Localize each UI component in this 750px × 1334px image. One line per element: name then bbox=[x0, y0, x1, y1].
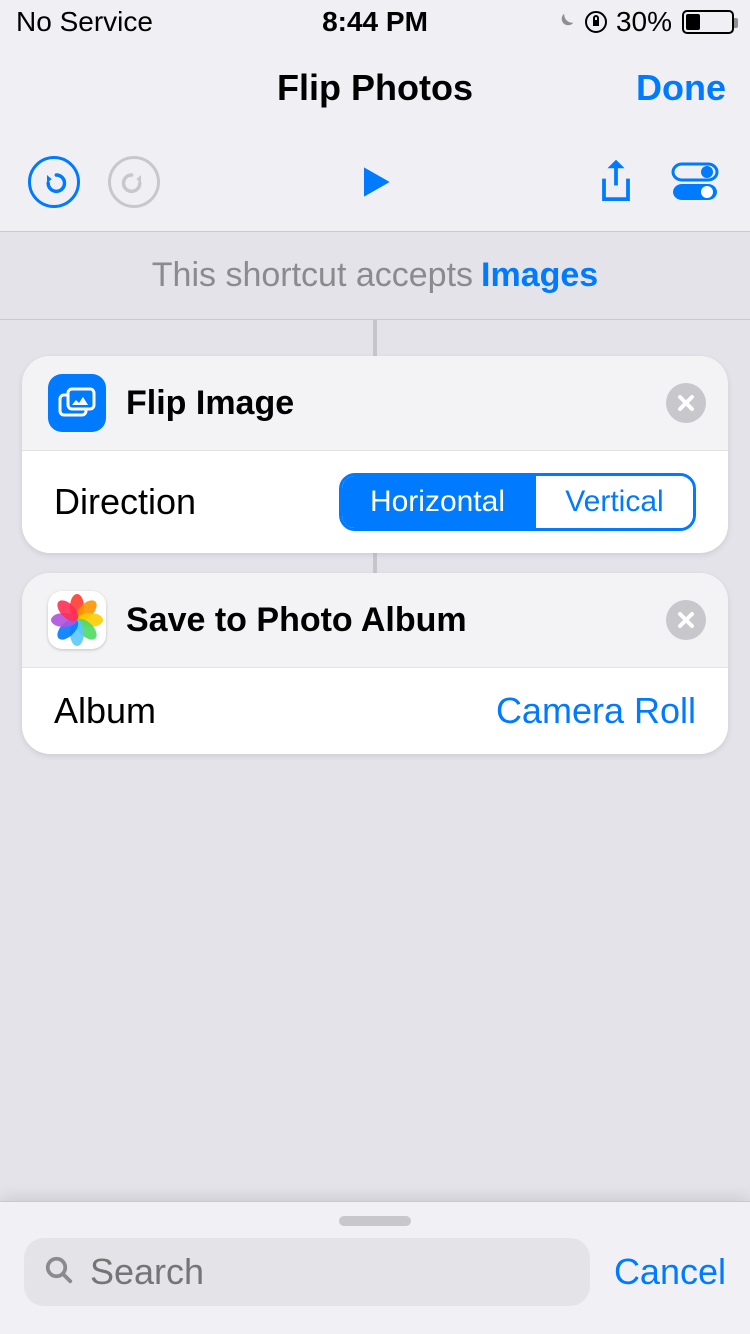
share-button[interactable] bbox=[590, 158, 642, 206]
play-button[interactable] bbox=[353, 160, 397, 204]
remove-action-button[interactable] bbox=[666, 383, 706, 423]
seg-horizontal[interactable]: Horizontal bbox=[342, 476, 533, 528]
search-input[interactable] bbox=[88, 1250, 570, 1294]
page-title: Flip Photos bbox=[277, 67, 473, 109]
photos-app-icon bbox=[48, 591, 106, 649]
done-button[interactable]: Done bbox=[636, 67, 726, 109]
action-card-flip-image: Flip Image Direction Horizontal Vertical bbox=[22, 356, 728, 553]
seg-vertical[interactable]: Vertical bbox=[533, 476, 693, 528]
status-bar: No Service 8:44 PM 30% bbox=[0, 0, 750, 44]
workflow-canvas: Flip Image Direction Horizontal Vertical bbox=[0, 320, 750, 754]
remove-action-button[interactable] bbox=[666, 600, 706, 640]
direction-label: Direction bbox=[54, 481, 196, 523]
moon-icon bbox=[554, 11, 576, 33]
toolbar bbox=[0, 132, 750, 232]
battery-pct: 30% bbox=[616, 6, 672, 38]
search-field[interactable] bbox=[24, 1238, 590, 1306]
battery-icon bbox=[682, 10, 734, 34]
nav-bar: Flip Photos Done bbox=[0, 44, 750, 132]
service-label: No Service bbox=[16, 6, 153, 38]
action-search-panel[interactable]: Cancel bbox=[0, 1201, 750, 1334]
card-header: Save to Photo Album bbox=[22, 573, 728, 667]
drag-handle[interactable] bbox=[339, 1216, 411, 1226]
settings-toggle-button[interactable] bbox=[670, 160, 722, 204]
card-header: Flip Image bbox=[22, 356, 728, 450]
clock: 8:44 PM bbox=[322, 6, 428, 37]
card-row-direction: Direction Horizontal Vertical bbox=[22, 450, 728, 553]
orientation-lock-icon bbox=[584, 10, 608, 34]
connector-line bbox=[373, 320, 377, 356]
card-title: Save to Photo Album bbox=[126, 601, 467, 640]
accepts-type[interactable]: Images bbox=[481, 256, 598, 295]
direction-segmented-control[interactable]: Horizontal Vertical bbox=[339, 473, 696, 531]
card-row-album[interactable]: Album Camera Roll bbox=[22, 667, 728, 754]
card-title: Flip Image bbox=[126, 384, 294, 423]
accepts-prefix: This shortcut accepts bbox=[152, 256, 473, 295]
album-value[interactable]: Camera Roll bbox=[496, 690, 696, 732]
action-card-save-photo-album: Save to Photo Album Album Camera Roll bbox=[22, 573, 728, 754]
search-icon bbox=[44, 1255, 74, 1290]
accepts-banner[interactable]: This shortcut accepts Images bbox=[0, 232, 750, 320]
redo-button[interactable] bbox=[108, 156, 160, 208]
undo-button[interactable] bbox=[28, 156, 80, 208]
connector-line bbox=[373, 553, 377, 573]
album-label: Album bbox=[54, 690, 156, 732]
flip-image-icon bbox=[48, 374, 106, 432]
cancel-button[interactable]: Cancel bbox=[614, 1251, 726, 1293]
